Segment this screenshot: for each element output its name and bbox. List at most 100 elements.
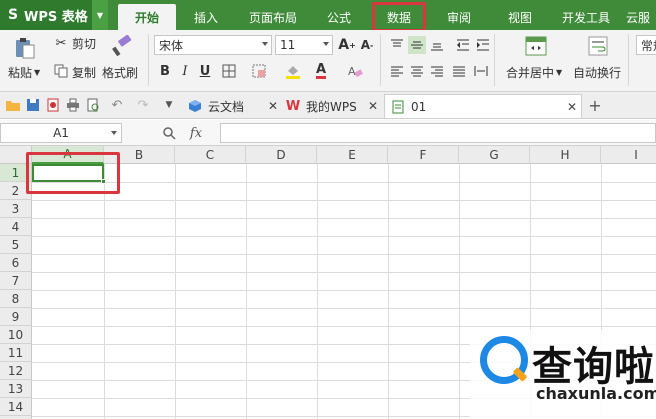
row-header[interactable]: 10	[0, 326, 32, 344]
chevron-down-icon[interactable]: ▼	[92, 0, 108, 30]
wrap-text-icon[interactable]	[586, 34, 610, 58]
print-preview-icon[interactable]	[84, 96, 102, 114]
font-color-icon[interactable]: A	[312, 62, 330, 80]
tab-formulas[interactable]: 公式	[316, 4, 362, 30]
row-header[interactable]: 9	[0, 308, 32, 326]
row-header[interactable]: 13	[0, 380, 32, 398]
close-icon[interactable]: ✕	[567, 100, 577, 114]
column-header-g[interactable]: G	[459, 146, 530, 164]
copy-button[interactable]: 复制	[72, 64, 96, 81]
scissors-icon[interactable]: ✂	[52, 34, 70, 52]
highlight-data-tab	[372, 2, 426, 32]
copy-icon[interactable]	[52, 62, 70, 80]
cut-button[interactable]: 剪切	[72, 35, 96, 52]
number-format-select[interactable]: 常规	[636, 35, 656, 55]
doctab-my-wps[interactable]: W 我的WPS ✕	[284, 94, 382, 118]
ribbon-separator	[380, 34, 381, 86]
formula-input[interactable]	[220, 123, 656, 143]
row-header[interactable]: 11	[0, 344, 32, 362]
column-header-e[interactable]: E	[317, 146, 388, 164]
gridline	[32, 272, 656, 273]
row-header[interactable]: 3	[0, 200, 32, 218]
tab-cloud[interactable]: 云服	[626, 4, 656, 30]
redo-icon[interactable]: ↷	[134, 96, 152, 114]
borders-icon[interactable]	[220, 62, 238, 80]
paste-button[interactable]: 粘贴 ▼	[8, 64, 40, 81]
decrease-indent-icon[interactable]	[454, 36, 472, 54]
tab-developer[interactable]: 开发工具	[555, 4, 617, 30]
name-box[interactable]: A1	[0, 123, 122, 143]
app-menu-button[interactable]: S WPS 表格 ▼	[0, 0, 108, 30]
gridline	[32, 182, 656, 183]
tab-view[interactable]: 视图	[497, 4, 543, 30]
print-icon[interactable]	[64, 96, 82, 114]
increase-font-icon[interactable]: A +	[338, 36, 356, 54]
underline-button[interactable]: U	[196, 62, 214, 80]
bold-button[interactable]: B	[156, 62, 174, 80]
column-header-f[interactable]: F	[388, 146, 459, 164]
new-tab-plus-icon[interactable]: +	[586, 96, 604, 115]
align-right-icon[interactable]	[428, 62, 446, 80]
export-pdf-icon[interactable]	[44, 96, 62, 114]
align-left-icon[interactable]	[388, 62, 406, 80]
magnifier-logo-icon	[480, 336, 528, 384]
close-icon[interactable]: ✕	[368, 99, 378, 113]
menu-bar: S WPS 表格 ▼ 开始 插入 页面布局 公式 数据 审阅 视图 开发工具 云…	[0, 0, 656, 30]
align-top-icon[interactable]	[388, 36, 406, 54]
column-header-d[interactable]: D	[246, 146, 317, 164]
doctab-01[interactable]: 01 ✕	[384, 94, 582, 118]
distributed-align-icon[interactable]	[472, 62, 490, 80]
quick-access-dropdown-icon[interactable]: ▼	[160, 96, 178, 114]
align-middle-icon[interactable]	[408, 36, 426, 54]
wps-logo-icon: S	[7, 7, 19, 23]
row-header[interactable]: 5	[0, 236, 32, 254]
row-header[interactable]: 12	[0, 362, 32, 380]
chevron-down-icon	[323, 42, 329, 46]
increase-indent-icon[interactable]	[474, 36, 492, 54]
watermark-en: chaxunla.com	[536, 384, 656, 403]
fill-color-icon[interactable]	[284, 62, 302, 80]
chevron-down-icon: ▼	[34, 68, 41, 77]
tab-page-layout[interactable]: 页面布局	[240, 4, 306, 30]
doctab-cloud-docs[interactable]: 云文档 ✕	[186, 94, 282, 118]
merge-center-icon[interactable]	[524, 34, 548, 58]
app-title: WPS 表格	[24, 9, 88, 25]
column-header-i[interactable]: I	[601, 146, 656, 164]
watermark: 查询啦 chaxunla.com	[470, 330, 656, 419]
tab-home[interactable]: 开始	[118, 4, 176, 30]
gridline	[32, 236, 656, 237]
clear-format-icon[interactable]: A	[346, 62, 364, 80]
font-size-select[interactable]: 11	[275, 35, 333, 55]
column-header-h[interactable]: H	[530, 146, 601, 164]
folder-icon[interactable]	[4, 96, 22, 114]
gridline	[32, 218, 656, 219]
tab-review[interactable]: 审阅	[436, 4, 482, 30]
format-painter-icon[interactable]	[110, 34, 134, 58]
function-fx-icon[interactable]: fx	[184, 124, 208, 142]
column-header-c[interactable]: C	[175, 146, 246, 164]
save-icon[interactable]	[24, 96, 42, 114]
ribbon-separator	[628, 34, 629, 86]
tab-insert[interactable]: 插入	[183, 4, 229, 30]
decrease-font-icon[interactable]: A-	[358, 36, 376, 54]
row-header[interactable]: 6	[0, 254, 32, 272]
justify-icon[interactable]	[450, 62, 468, 80]
italic-button[interactable]: I	[176, 62, 194, 80]
row-header[interactable]: 4	[0, 218, 32, 236]
wrap-text-button[interactable]: 自动换行	[573, 64, 621, 81]
close-icon[interactable]: ✕	[268, 99, 278, 113]
chevron-down-icon[interactable]	[111, 131, 117, 135]
undo-icon[interactable]: ↶	[108, 96, 126, 114]
highlight-cell-a1	[26, 152, 120, 194]
row-header[interactable]: 14	[0, 398, 32, 416]
row-header[interactable]: 8	[0, 290, 32, 308]
row-header[interactable]: 7	[0, 272, 32, 290]
font-name-select[interactable]: 宋体	[154, 35, 272, 55]
format-painter-button[interactable]: 格式刷	[102, 64, 138, 81]
align-bottom-icon[interactable]	[428, 36, 446, 54]
zoom-search-icon[interactable]	[160, 124, 178, 142]
align-center-icon[interactable]	[408, 62, 426, 80]
merge-center-button[interactable]: 合并居中 ▼	[506, 64, 562, 81]
cell-style-icon[interactable]	[250, 62, 268, 80]
paste-icon[interactable]	[12, 36, 38, 60]
